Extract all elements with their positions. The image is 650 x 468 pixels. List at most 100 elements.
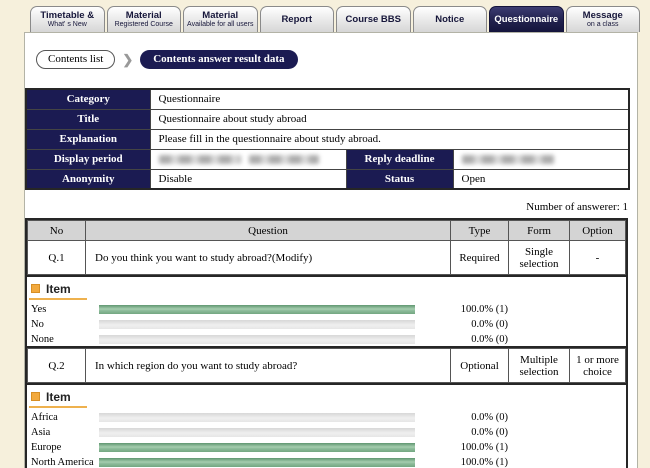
question-row-q1: Q.1 Do you think you want to study abroa… xyxy=(28,241,626,275)
category-value: Questionnaire xyxy=(150,89,629,109)
q1-text: Do you think you want to study abroad?(M… xyxy=(86,241,451,275)
category-label: Category xyxy=(26,89,150,109)
item-bullet-icon xyxy=(31,284,40,293)
tab-label: Timetable & xyxy=(40,10,94,21)
question-block-q2: Q.2 In which region do you want to study… xyxy=(25,346,628,468)
explanation-value: Please fill in the questionnaire about s… xyxy=(150,129,629,149)
status-value: Open xyxy=(453,169,629,189)
result-label: None xyxy=(29,334,99,345)
breadcrumb-separator-icon: ❯ xyxy=(122,52,133,68)
tab[interactable]: Message on a class xyxy=(566,6,641,32)
reply-deadline-label: Reply deadline xyxy=(346,149,453,169)
tab[interactable]: Report xyxy=(260,6,335,32)
item-section-header: Item xyxy=(29,389,87,408)
anonymity-label: Anonymity xyxy=(26,169,150,189)
tab[interactable]: Material Available for all users xyxy=(183,6,258,32)
result-bar-fill xyxy=(99,458,415,467)
display-period-value-redacted xyxy=(150,149,346,169)
q2-results-panel: Item Africa 0.0% (0) Asia 0.0% (0) Europ… xyxy=(27,383,626,468)
tab-label: Material xyxy=(202,10,238,21)
q1-type: Required xyxy=(451,241,509,275)
contents-list-button[interactable]: Contents list xyxy=(36,50,115,69)
result-percentage: 100.0% (1) xyxy=(415,442,508,453)
result-label: Asia xyxy=(29,427,99,438)
title-label: Title xyxy=(26,109,150,129)
result-bar-track xyxy=(99,413,415,422)
result-label: Yes xyxy=(29,304,99,315)
tab-bar: Timetable & What' s New Material Registe… xyxy=(30,6,642,32)
period-row: Display period Reply deadline xyxy=(26,149,629,169)
result-percentage: 0.0% (0) xyxy=(415,427,508,438)
explanation-label: Explanation xyxy=(26,129,150,149)
number-of-answerer: Number of answerer: 1 xyxy=(25,201,628,213)
tab-label: Questionnaire xyxy=(494,14,558,25)
tab-sublabel: Registered Course xyxy=(115,21,173,29)
result-label: Europe xyxy=(29,442,99,453)
q1-form: Single selection xyxy=(509,241,570,275)
result-label: North America xyxy=(29,457,99,468)
header-question: Question xyxy=(86,221,451,241)
category-row: Category Questionnaire xyxy=(26,89,629,109)
q2-type: Optional xyxy=(451,349,509,383)
result-bar-track xyxy=(99,458,415,467)
q1-option: - xyxy=(570,241,626,275)
result-bar-track xyxy=(99,428,415,437)
tab-label: Report xyxy=(281,14,312,25)
question-block-q1: No Question Type Form Option Q.1 Do you … xyxy=(25,218,628,353)
q1-no: Q.1 xyxy=(28,241,86,275)
result-percentage: 100.0% (1) xyxy=(415,304,508,315)
q2-item-list: Africa 0.0% (0) Asia 0.0% (0) Europe 100… xyxy=(29,410,626,468)
tab[interactable]: Course BBS xyxy=(336,6,411,32)
q2-no: Q.2 xyxy=(28,349,86,383)
result-bar-track xyxy=(99,443,415,452)
result-label: Africa xyxy=(29,412,99,423)
tab-sublabel: Available for all users xyxy=(187,21,253,29)
breadcrumb: Contents list ❯ Contents answer result d… xyxy=(36,50,298,69)
explanation-row: Explanation Please fill in the questionn… xyxy=(26,129,629,149)
result-percentage: 0.0% (0) xyxy=(415,412,508,423)
title-value: Questionnaire about study abroad xyxy=(150,109,629,129)
tab[interactable]: Material Registered Course xyxy=(107,6,182,32)
result-bar-track xyxy=(99,335,415,344)
header-form: Form xyxy=(509,221,570,241)
q2-text: In which region do you want to study abr… xyxy=(86,349,451,383)
result-label: No xyxy=(29,319,99,330)
tab[interactable]: Notice xyxy=(413,6,488,32)
result-row: None 0.0% (0) xyxy=(29,332,626,347)
result-percentage: 100.0% (1) xyxy=(415,457,508,468)
tab-label: Message xyxy=(583,10,623,21)
item-section-title: Item xyxy=(46,390,71,404)
status-label: Status xyxy=(346,169,453,189)
result-row: Asia 0.0% (0) xyxy=(29,425,626,440)
question-table-header: No Question Type Form Option xyxy=(28,221,626,241)
anonymity-row: Anonymity Disable Status Open xyxy=(26,169,629,189)
q1-results-panel: Item Yes 100.0% (1) No 0.0% (0) None xyxy=(27,275,626,351)
tab-label: Course BBS xyxy=(346,14,401,25)
item-section-header: Item xyxy=(29,281,87,300)
result-row: Africa 0.0% (0) xyxy=(29,410,626,425)
current-page-badge: Contents answer result data xyxy=(140,50,297,69)
item-section-title: Item xyxy=(46,282,71,296)
tab-label: Material xyxy=(126,10,162,21)
q2-form: Multiple selection xyxy=(509,349,570,383)
tab-sublabel: on a class xyxy=(587,21,619,29)
anonymity-value: Disable xyxy=(150,169,346,189)
tab[interactable]: Questionnaire xyxy=(489,6,564,32)
result-row: No 0.0% (0) xyxy=(29,317,626,332)
header-option: Option xyxy=(570,221,626,241)
item-bullet-icon xyxy=(31,392,40,401)
q2-option: 1 or more choice xyxy=(570,349,626,383)
tab-label: Notice xyxy=(435,14,464,25)
question-row-q2: Q.2 In which region do you want to study… xyxy=(28,349,626,383)
reply-deadline-value-redacted xyxy=(453,149,629,169)
result-bar-fill xyxy=(99,305,415,314)
result-percentage: 0.0% (0) xyxy=(415,319,508,330)
tab-sublabel: What' s New xyxy=(48,21,87,29)
tab[interactable]: Timetable & What' s New xyxy=(30,6,105,32)
result-percentage: 0.0% (0) xyxy=(415,334,508,345)
result-row: Yes 100.0% (1) xyxy=(29,302,626,317)
questionnaire-info-table: Category Questionnaire Title Questionnai… xyxy=(25,88,630,190)
result-row: North America 100.0% (1) xyxy=(29,455,626,468)
header-type: Type xyxy=(451,221,509,241)
display-period-label: Display period xyxy=(26,149,150,169)
